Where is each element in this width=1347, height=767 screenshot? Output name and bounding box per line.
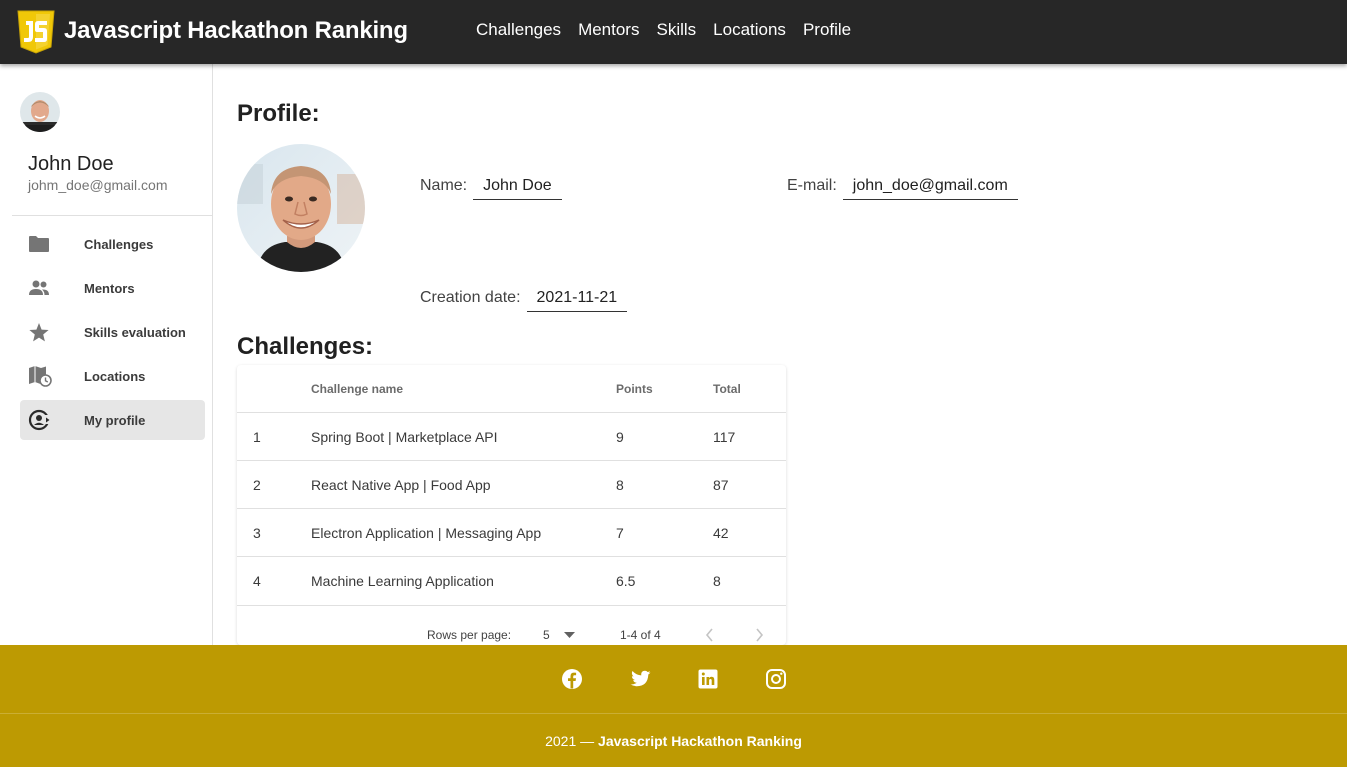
- people-icon: [20, 276, 60, 300]
- sidebar: John Doe johm_doe@gmail.com Challenges M…: [0, 64, 213, 645]
- table-row[interactable]: 1 Spring Boot | Marketplace API 9 117: [237, 413, 786, 461]
- email-label: E-mail:: [787, 177, 837, 194]
- profile-avatar: [237, 144, 365, 272]
- sidebar-item-label: Mentors: [84, 280, 135, 296]
- sidebar-item-label: Challenges: [84, 236, 154, 252]
- challenges-table: Challenge name Points Total 1 Spring Boo…: [237, 365, 786, 645]
- table-cell: Electron Application | Messaging App: [311, 525, 542, 541]
- js-logo-icon[interactable]: [16, 9, 56, 55]
- table-cell: 7: [616, 525, 624, 541]
- nav-challenges[interactable]: Challenges: [476, 20, 561, 40]
- name-field: Name: John Doe: [420, 177, 562, 200]
- app-bar: Javascript Hackathon Ranking Challenges …: [0, 0, 1347, 64]
- map-clock-icon: [20, 364, 60, 388]
- rows-per-page-select[interactable]: 5: [543, 628, 550, 642]
- avatar[interactable]: [20, 92, 60, 132]
- sidebar-item-mentors[interactable]: Mentors: [20, 268, 205, 308]
- table-row[interactable]: 2 React Native App | Food App 8 87: [237, 461, 786, 509]
- table-row[interactable]: 3 Electron Application | Messaging App 7…: [237, 509, 786, 557]
- column-header[interactable]: Points: [616, 382, 653, 396]
- sidebar-item-label: My profile: [84, 412, 146, 428]
- table-cell: 117: [713, 429, 736, 445]
- sidebar-user-email: johm_doe@gmail.com: [28, 177, 168, 193]
- email-field: E-mail: john_doe@gmail.com: [787, 177, 1018, 200]
- app-title[interactable]: Javascript Hackathon Ranking: [64, 17, 408, 45]
- copyright-brand: Javascript Hackathon Ranking: [598, 733, 802, 749]
- table-cell: 2: [253, 477, 261, 493]
- creation-date-label: Creation date:: [420, 289, 521, 306]
- copyright-year: 2021: [545, 733, 577, 749]
- star-icon: [20, 320, 60, 344]
- sidebar-user-name: John Doe: [28, 153, 114, 175]
- nav-locations[interactable]: Locations: [713, 20, 786, 40]
- sidebar-item-label: Locations: [84, 368, 146, 384]
- sidebar-item-my-profile[interactable]: My profile: [20, 400, 205, 440]
- next-page-icon[interactable]: [755, 628, 764, 642]
- chevron-down-icon[interactable]: [564, 632, 575, 638]
- table-pagination: Rows per page: 5 1-4 of 4: [237, 605, 786, 645]
- name-label: Name:: [420, 177, 468, 194]
- footer: 2021 — Javascript Hackathon Ranking: [0, 645, 1347, 767]
- sidebar-item-skills-evaluation[interactable]: Skills evaluation: [20, 312, 205, 352]
- nav-profile[interactable]: Profile: [803, 20, 851, 40]
- table-cell: Spring Boot | Marketplace API: [311, 429, 498, 445]
- sidebar-item-challenges[interactable]: Challenges: [20, 224, 205, 264]
- copyright: 2021 — Javascript Hackathon Ranking: [0, 733, 1347, 749]
- table-cell: 8: [713, 573, 721, 589]
- email-value[interactable]: john_doe@gmail.com: [842, 177, 1018, 200]
- pagination-range: 1-4 of 4: [620, 628, 661, 642]
- table-cell: 1: [253, 429, 261, 445]
- nav-skills[interactable]: Skills: [656, 20, 696, 40]
- profile-heading: Profile:: [237, 100, 320, 127]
- table-cell: 87: [713, 477, 729, 493]
- table-row[interactable]: 4 Machine Learning Application 6.5 8: [237, 557, 786, 606]
- rows-per-page-label: Rows per page:: [427, 628, 512, 642]
- sidebar-divider: [12, 215, 212, 216]
- challenges-heading: Challenges:: [237, 333, 374, 360]
- table-header: Challenge name Points Total: [237, 365, 786, 413]
- sidebar-menu: Challenges Mentors Skills evaluation Loc…: [20, 224, 205, 444]
- sidebar-item-locations[interactable]: Locations: [20, 356, 205, 396]
- column-header[interactable]: Challenge name: [311, 382, 403, 396]
- column-header[interactable]: Total: [713, 382, 741, 396]
- table-cell: React Native App | Food App: [311, 477, 491, 493]
- account-sync-icon: [20, 408, 60, 432]
- table-cell: 4: [253, 573, 261, 589]
- creation-date-value[interactable]: 2021-11-21: [526, 289, 628, 312]
- top-nav: Challenges Mentors Skills Locations Prof…: [476, 20, 868, 40]
- copyright-separator: —: [580, 733, 595, 749]
- twitter-icon[interactable]: [628, 667, 652, 691]
- folder-icon: [20, 232, 60, 256]
- name-value[interactable]: John Doe: [473, 177, 562, 200]
- table-cell: 9: [616, 429, 624, 445]
- sidebar-item-label: Skills evaluation: [84, 324, 186, 340]
- footer-divider: [0, 713, 1347, 714]
- table-cell: 3: [253, 525, 261, 541]
- table-cell: 6.5: [616, 573, 636, 589]
- instagram-icon[interactable]: [764, 667, 788, 691]
- previous-page-icon[interactable]: [705, 628, 714, 642]
- table-cell: Machine Learning Application: [311, 573, 494, 589]
- linkedin-icon[interactable]: [696, 667, 720, 691]
- nav-mentors[interactable]: Mentors: [578, 20, 639, 40]
- table-cell: 8: [616, 477, 624, 493]
- creation-date-field: Creation date: 2021-11-21: [420, 289, 628, 312]
- social-links: [0, 667, 1347, 691]
- facebook-icon[interactable]: [560, 667, 584, 691]
- table-cell: 42: [713, 525, 729, 541]
